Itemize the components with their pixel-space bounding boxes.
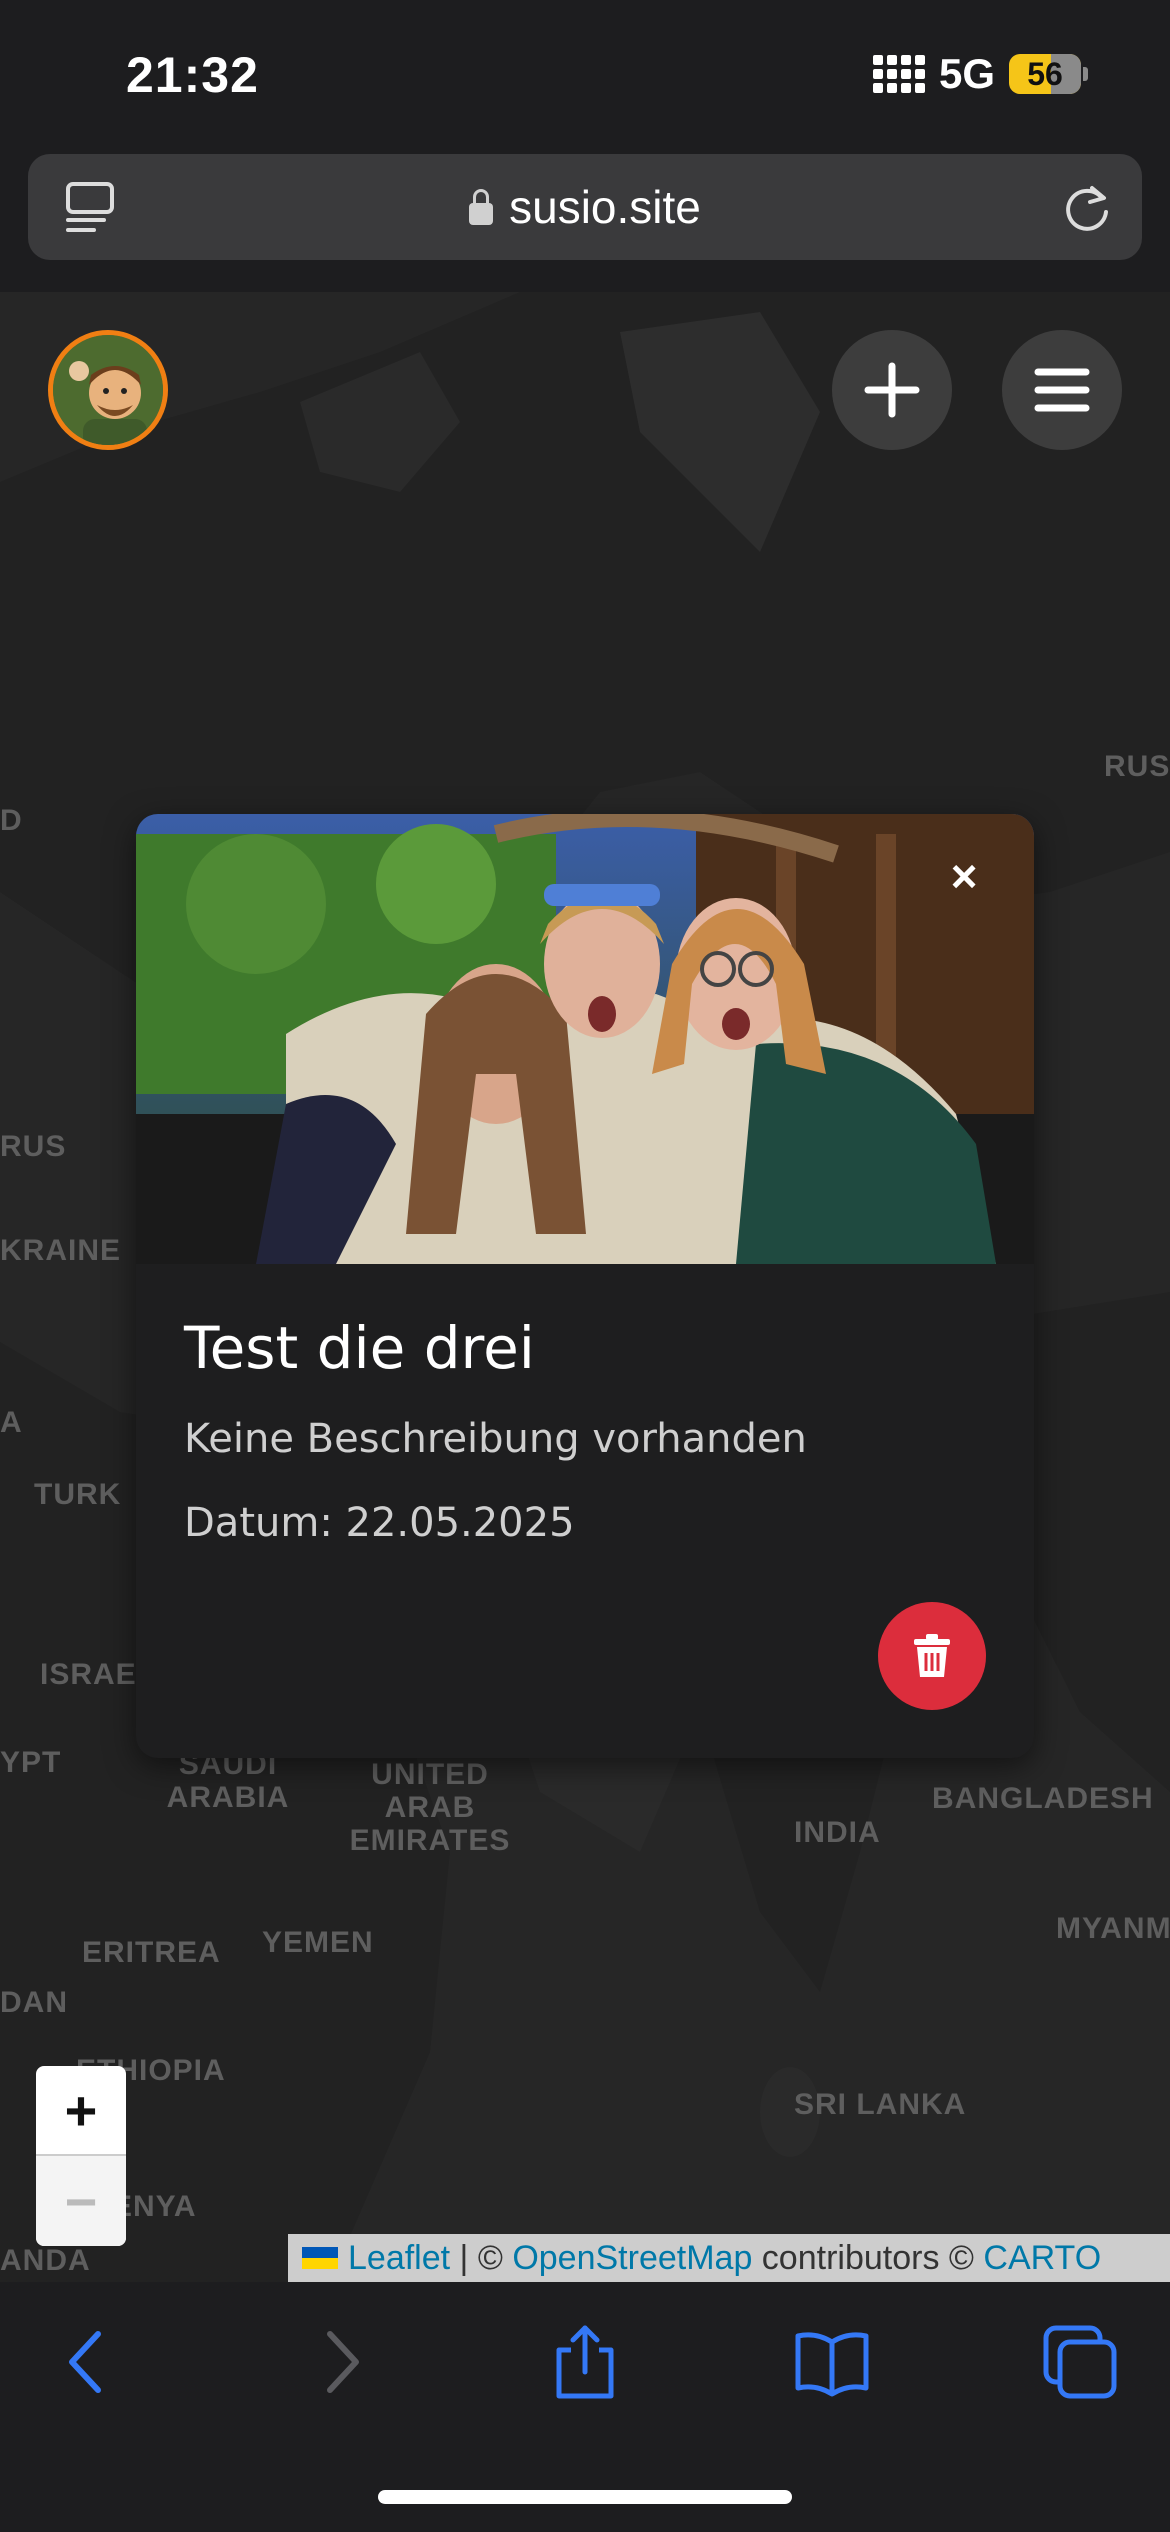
trash-icon <box>914 1634 950 1677</box>
popup-photo[interactable] <box>136 814 1034 1264</box>
carto-link[interactable]: CARTO <box>983 2239 1101 2278</box>
attribution-separator: | © <box>450 2238 513 2277</box>
reload-icon[interactable] <box>1062 182 1114 234</box>
back-icon[interactable] <box>48 2322 128 2402</box>
status-time: 21:32 <box>126 47 259 103</box>
menu-button[interactable] <box>1002 330 1122 450</box>
signal-icon <box>872 55 925 93</box>
network-type: 5G <box>938 50 995 97</box>
map-label: MYANM <box>1056 1912 1170 1945</box>
zoom-control: + − <box>36 2066 126 2246</box>
map-label: RUS <box>1104 750 1170 783</box>
lock-icon <box>469 189 494 225</box>
forward-icon[interactable] <box>300 2322 380 2402</box>
status-bar: 21:32 5G 56 <box>0 0 1170 150</box>
location-popup: × Test die drei Keine Beschreibung vorha… <box>136 814 1034 1758</box>
zoom-in-button[interactable]: + <box>36 2066 126 2156</box>
map-label: DAN <box>0 1986 68 2019</box>
popup-description: Keine Beschreibung vorhanden <box>184 1416 807 1462</box>
hamburger-menu-icon <box>1034 368 1090 412</box>
map-attribution: Leaflet | © OpenStreetMap contributors ©… <box>288 2234 1170 2282</box>
openstreetmap-link[interactable]: OpenStreetMap <box>512 2239 752 2278</box>
avatar[interactable] <box>48 330 168 450</box>
zoom-out-button[interactable]: − <box>36 2156 126 2246</box>
map-label: UNITED ARAB EMIRATES <box>349 1758 511 1857</box>
map-label: D <box>0 804 23 837</box>
popup-title: Test die drei <box>184 1314 535 1382</box>
map-label: KRAINE <box>0 1234 122 1267</box>
map-label: INDIA <box>794 1816 881 1849</box>
map-label: YPT <box>0 1746 62 1779</box>
map-label: RUS <box>0 1130 67 1163</box>
add-button[interactable] <box>832 330 952 450</box>
map-label: ISRAE <box>40 1658 137 1691</box>
share-icon[interactable] <box>545 2322 625 2402</box>
close-icon[interactable]: × <box>944 853 984 899</box>
battery-icon: 56 <box>1009 54 1088 94</box>
map-label: ANDA <box>0 2244 91 2277</box>
map-label: SRI LANKA <box>794 2088 967 2121</box>
ukraine-flag-icon <box>302 2247 338 2269</box>
map-label: YEMEN <box>262 1926 374 1959</box>
tabs-overview-icon[interactable] <box>1040 2322 1120 2402</box>
plus-icon <box>864 362 920 418</box>
attribution-contributors: contributors © <box>752 2238 984 2277</box>
map-label: BANGLADESH <box>932 1782 1154 1815</box>
delete-button[interactable] <box>878 1602 986 1710</box>
home-indicator[interactable] <box>378 2490 792 2504</box>
leaflet-link[interactable]: Leaflet <box>348 2239 450 2278</box>
popup-date: Datum: 22.05.2025 <box>184 1500 575 1546</box>
bookmarks-icon[interactable] <box>792 2322 872 2402</box>
map-label: A <box>0 1406 23 1439</box>
battery-level: 56 <box>1027 55 1063 92</box>
url-text[interactable]: susio.site <box>509 181 701 233</box>
map-label: ERITREA <box>82 1936 221 1969</box>
status-indicators: 5G 56 <box>872 50 1088 98</box>
address-bar[interactable]: susio.site <box>28 154 1142 260</box>
map-label: TURK <box>34 1478 122 1511</box>
